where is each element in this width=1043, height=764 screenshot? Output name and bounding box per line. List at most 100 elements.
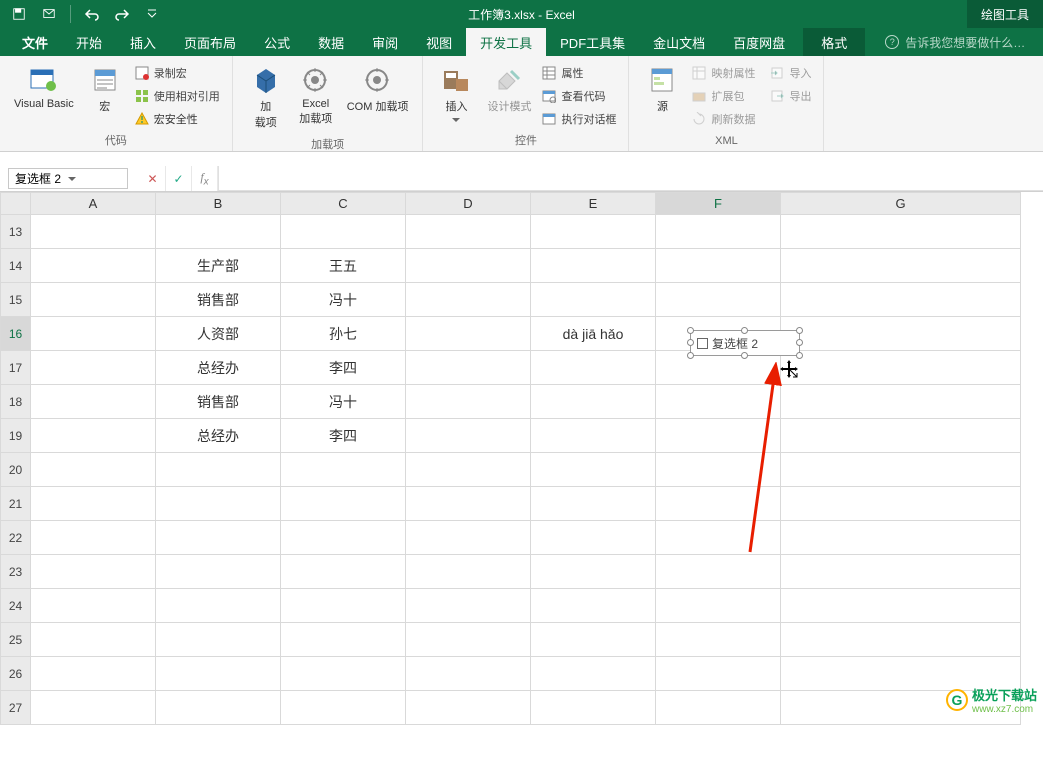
- row-header[interactable]: 13: [1, 215, 31, 249]
- select-all-corner[interactable]: [1, 193, 31, 215]
- addin-button[interactable]: 加 载项: [241, 60, 291, 134]
- refresh-data-button[interactable]: 刷新数据: [687, 108, 759, 130]
- cell[interactable]: 王五: [281, 249, 406, 283]
- tab-view[interactable]: 视图: [412, 28, 466, 56]
- tab-review[interactable]: 审阅: [358, 28, 412, 56]
- cancel-button[interactable]: ✕: [140, 166, 166, 191]
- resize-handle-tl[interactable]: [687, 327, 694, 334]
- ribbon-tabs: 文件 开始 插入 页面布局 公式 数据 审阅 视图 开发工具 PDF工具集 金山…: [0, 28, 1043, 56]
- cell[interactable]: 冯十: [281, 283, 406, 317]
- enter-button[interactable]: ✓: [166, 166, 192, 191]
- map-props-button[interactable]: 映射属性: [687, 62, 759, 84]
- properties-button[interactable]: 属性: [537, 62, 620, 84]
- cell[interactable]: 总经办: [156, 419, 281, 453]
- tab-file[interactable]: 文件: [8, 28, 62, 56]
- tab-home[interactable]: 开始: [62, 28, 116, 56]
- resize-handle-tr[interactable]: [796, 327, 803, 334]
- excel-addin-icon: [300, 64, 332, 96]
- watermark-logo: G: [946, 689, 968, 711]
- resize-handle-br[interactable]: [796, 352, 803, 359]
- col-header-d[interactable]: D: [406, 193, 531, 215]
- col-header-b[interactable]: B: [156, 193, 281, 215]
- cell[interactable]: 人资部: [156, 317, 281, 351]
- cell[interactable]: 孙七: [281, 317, 406, 351]
- tab-pdf[interactable]: PDF工具集: [546, 28, 639, 56]
- row-header[interactable]: 24: [1, 589, 31, 623]
- resize-handle-tm[interactable]: [741, 327, 748, 334]
- chevron-down-icon[interactable]: [68, 175, 121, 183]
- export-icon: [769, 88, 785, 104]
- tab-jsdoc[interactable]: 金山文档: [639, 28, 719, 56]
- row-header[interactable]: 15: [1, 283, 31, 317]
- view-code-button[interactable]: 查看代码: [537, 85, 620, 107]
- cell[interactable]: 销售部: [156, 283, 281, 317]
- qat-save-button[interactable]: [6, 2, 32, 26]
- import-button[interactable]: 导入: [765, 62, 815, 84]
- com-addin-button[interactable]: COM 加载项: [341, 60, 415, 118]
- cell[interactable]: 冯十: [281, 385, 406, 419]
- tab-devtools[interactable]: 开发工具: [466, 28, 546, 56]
- col-header-c[interactable]: C: [281, 193, 406, 215]
- expand-icon: [691, 88, 707, 104]
- design-mode-button[interactable]: 设计模式: [481, 60, 537, 118]
- row-header[interactable]: 20: [1, 453, 31, 487]
- formula-input[interactable]: [218, 166, 1043, 191]
- selected-checkbox-control[interactable]: 复选框 2: [690, 330, 800, 356]
- qat-redo-button[interactable]: [109, 2, 135, 26]
- cell[interactable]: 生产部: [156, 249, 281, 283]
- macro-button[interactable]: 宏: [80, 60, 130, 118]
- view-code-label: 查看代码: [561, 88, 605, 104]
- name-box[interactable]: 复选框 2: [8, 168, 128, 189]
- resize-handle-mr[interactable]: [796, 339, 803, 346]
- tab-baidu[interactable]: 百度网盘: [719, 28, 799, 56]
- col-header-e[interactable]: E: [531, 193, 656, 215]
- export-button[interactable]: 导出: [765, 85, 815, 107]
- tab-data[interactable]: 数据: [304, 28, 358, 56]
- qat-save-mail-button[interactable]: [36, 2, 62, 26]
- col-header-f[interactable]: F: [656, 193, 781, 215]
- row-header[interactable]: 16: [1, 317, 31, 351]
- tab-format[interactable]: 格式: [803, 28, 865, 56]
- col-header-g[interactable]: G: [781, 193, 1021, 215]
- group-xml-label: XML: [637, 133, 815, 151]
- relative-ref-button[interactable]: 使用相对引用: [130, 85, 224, 107]
- resize-handle-bl[interactable]: [687, 352, 694, 359]
- run-dialog-button[interactable]: 执行对话框: [537, 108, 620, 130]
- row-header[interactable]: 25: [1, 623, 31, 657]
- tab-formula[interactable]: 公式: [250, 28, 304, 56]
- row-header[interactable]: 22: [1, 521, 31, 555]
- tell-me[interactable]: ? 告诉我您想要做什么…: [885, 28, 1025, 56]
- expand-pack-button[interactable]: 扩展包: [687, 85, 759, 107]
- checkbox-box[interactable]: [697, 338, 708, 349]
- group-addins-label: 加载项: [241, 134, 415, 156]
- row-header[interactable]: 27: [1, 691, 31, 725]
- resize-handle-bm[interactable]: [741, 352, 748, 359]
- cell[interactable]: 李四: [281, 419, 406, 453]
- row-header[interactable]: 19: [1, 419, 31, 453]
- qat-undo-button[interactable]: [79, 2, 105, 26]
- cell[interactable]: 李四: [281, 351, 406, 385]
- fx-button[interactable]: fx: [192, 166, 218, 191]
- spreadsheet-grid[interactable]: A B C D E F G 13 14生产部王五 15销售部冯十 16人资部孙七…: [0, 192, 1043, 725]
- row-header[interactable]: 14: [1, 249, 31, 283]
- tab-layout[interactable]: 页面布局: [170, 28, 250, 56]
- qat-customize-button[interactable]: [139, 2, 165, 26]
- excel-addin-button[interactable]: Excel 加载项: [291, 60, 341, 130]
- record-macro-button[interactable]: 录制宏: [130, 62, 224, 84]
- row-header[interactable]: 23: [1, 555, 31, 589]
- row-header[interactable]: 21: [1, 487, 31, 521]
- xml-source-icon: [646, 64, 678, 96]
- xml-source-button[interactable]: 源: [637, 60, 687, 118]
- cell[interactable]: 总经办: [156, 351, 281, 385]
- resize-handle-ml[interactable]: [687, 339, 694, 346]
- tab-insert[interactable]: 插入: [116, 28, 170, 56]
- vb-button[interactable]: Visual Basic: [8, 60, 80, 114]
- insert-control-button[interactable]: 插入: [431, 60, 481, 128]
- row-header[interactable]: 18: [1, 385, 31, 419]
- cell[interactable]: dà jiā hǎo: [531, 317, 656, 351]
- col-header-a[interactable]: A: [31, 193, 156, 215]
- cell[interactable]: 销售部: [156, 385, 281, 419]
- row-header[interactable]: 26: [1, 657, 31, 691]
- row-header[interactable]: 17: [1, 351, 31, 385]
- macro-security-button[interactable]: 宏安全性: [130, 108, 224, 130]
